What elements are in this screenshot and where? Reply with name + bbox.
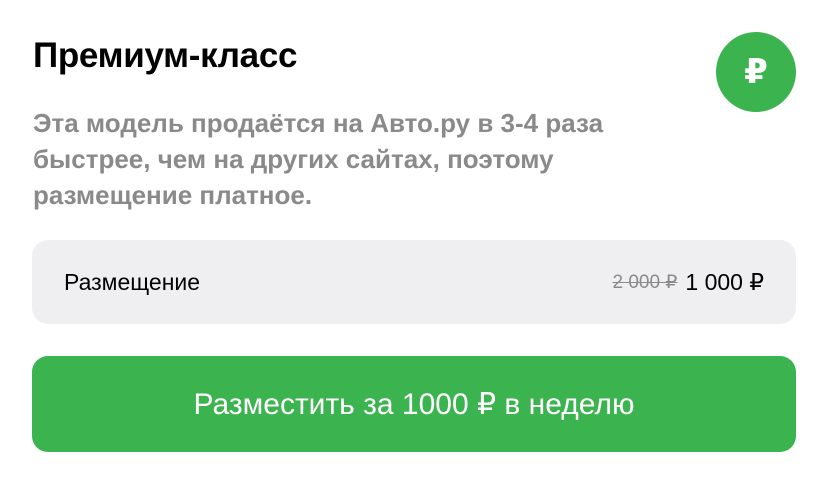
new-price: 1 000 ₽ <box>685 268 764 295</box>
placement-price-row: Размещение 2 000 ₽ 1 000 ₽ <box>32 240 796 324</box>
card-title: Премиум-класс <box>33 36 298 75</box>
ruble-icon-glyph: ₽ <box>744 53 768 91</box>
placement-label: Размещение <box>64 268 201 295</box>
old-price: 2 000 ₽ <box>612 271 678 293</box>
premium-placement-card: Премиум-класс ₽ Эта модель продаётся на … <box>0 0 828 484</box>
card-description: Эта модель продаётся на Авто.ру в 3-4 ра… <box>33 108 604 210</box>
price-group: 2 000 ₽ 1 000 ₽ <box>612 269 764 296</box>
ruble-icon: ₽ <box>716 32 796 112</box>
place-ad-button[interactable]: Разместить за 1000 ₽ в неделю <box>32 356 796 452</box>
